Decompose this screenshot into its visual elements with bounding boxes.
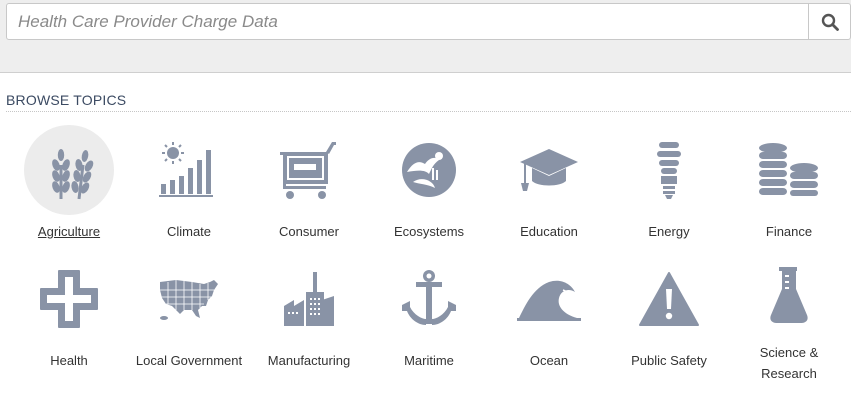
search-icon	[821, 13, 839, 31]
light-bulb-icon	[657, 142, 681, 199]
search-bar	[6, 3, 851, 40]
topic-icon-wrap	[384, 254, 474, 344]
topic-ecosystems[interactable]: Ecosystems	[369, 125, 489, 254]
topic-science-research[interactable]: Science & Research	[729, 254, 849, 384]
topic-icon-wrap	[384, 125, 474, 215]
topic-label: Health	[50, 353, 88, 368]
topic-ocean[interactable]: Ocean	[489, 254, 609, 384]
topic-icon-wrap	[504, 125, 594, 215]
topic-icon-wrap	[144, 254, 234, 344]
anchor-icon	[402, 270, 456, 325]
topic-icon-wrap	[144, 125, 234, 215]
topic-label: Energy	[648, 224, 690, 239]
topic-icon-wrap	[624, 125, 714, 215]
warning-icon	[639, 272, 699, 326]
topic-icon-wrap	[744, 125, 834, 215]
graduation-cap-icon	[520, 149, 578, 191]
flask-icon	[770, 267, 808, 323]
topic-education[interactable]: Education	[489, 125, 609, 254]
topic-label: Maritime	[404, 353, 454, 368]
topic-maritime[interactable]: Maritime	[369, 254, 489, 384]
topic-finance[interactable]: Finance	[729, 125, 849, 254]
factory-icon	[284, 272, 334, 326]
topic-local-government[interactable]: Local Government	[129, 254, 249, 384]
topic-icon-wrap	[24, 125, 114, 215]
wave-icon	[517, 280, 581, 321]
ecosystem-icon	[402, 143, 456, 197]
topic-label: Consumer	[279, 224, 339, 239]
topic-consumer[interactable]: Consumer	[249, 125, 369, 254]
topic-label: Ocean	[529, 353, 569, 368]
search-input[interactable]	[7, 4, 809, 39]
topic-icon-wrap	[264, 125, 354, 215]
topic-label: Public Safety	[631, 353, 707, 368]
topic-agriculture[interactable]: Agriculture	[9, 125, 129, 254]
topic-icon-wrap	[744, 254, 834, 336]
health-cross-icon	[40, 270, 98, 328]
topic-label: Science & Research	[759, 345, 819, 381]
topic-label: Finance	[765, 224, 813, 239]
topic-label: Manufacturing	[267, 353, 351, 368]
topics-grid: Agriculture Climate Consumer Ecosystems …	[9, 125, 849, 384]
search-button[interactable]	[808, 4, 850, 39]
topic-manufacturing[interactable]: Manufacturing	[249, 254, 369, 384]
topic-label: Agriculture	[37, 224, 101, 239]
coin-stacks-icon	[759, 143, 818, 196]
topic-icon-wrap	[624, 254, 714, 344]
topic-label: Local Government	[135, 353, 243, 368]
topic-label: Ecosystems	[393, 224, 465, 239]
topic-energy[interactable]: Energy	[609, 125, 729, 254]
shopping-cart-icon	[280, 142, 336, 199]
topic-icon-wrap	[504, 254, 594, 344]
us-map-icon	[160, 280, 218, 320]
topic-label: Education	[520, 224, 578, 239]
browse-topics-heading: BROWSE TOPICS	[6, 92, 851, 112]
topic-health[interactable]: Health	[9, 254, 129, 384]
topic-label: Climate	[166, 224, 212, 239]
wheat-icon	[52, 149, 94, 200]
topic-climate[interactable]: Climate	[129, 125, 249, 254]
topic-public-safety[interactable]: Public Safety	[609, 254, 729, 384]
topic-icon-wrap	[24, 254, 114, 344]
topic-icon-wrap	[264, 254, 354, 344]
sun-bar-chart-icon	[159, 142, 213, 197]
